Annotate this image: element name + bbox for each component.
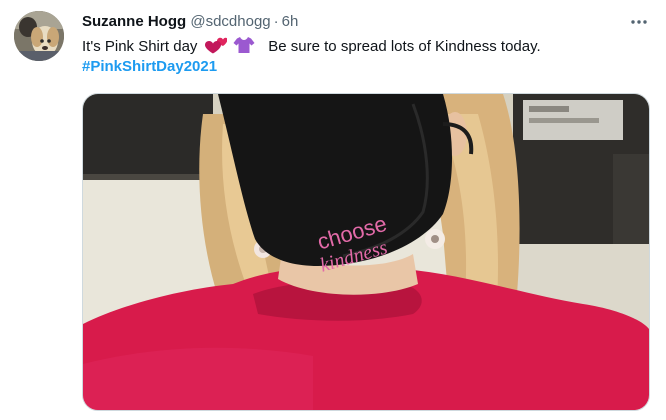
avatar[interactable]	[14, 11, 64, 61]
more-horizontal-icon	[631, 20, 647, 24]
author-handle[interactable]: @sdcdhogg	[190, 13, 270, 30]
more-options-button[interactable]	[622, 9, 656, 35]
header-separator: ·	[273, 13, 279, 30]
shirt-emoji	[233, 37, 255, 53]
tweet-text-part-1: It's Pink Shirt day	[82, 38, 198, 55]
tweet-header: Suzanne Hogg @sdcdhogg · 6h	[82, 12, 298, 32]
tweet-timestamp[interactable]: 6h	[282, 13, 299, 30]
tweet-photo[interactable]: choose kindness	[82, 93, 650, 411]
tweet-text-part-2: Be sure to spread lots of Kindness today…	[268, 38, 541, 55]
hashtag-link[interactable]: #PinkShirtDay2021	[82, 58, 217, 75]
tweet-text: It's Pink Shirt day Be sure to spread lo…	[82, 36, 642, 77]
author-display-name[interactable]: Suzanne Hogg	[82, 13, 186, 30]
tweet-text-line-1: It's Pink Shirt day Be sure to spread lo…	[82, 36, 642, 57]
two-hearts-emoji	[204, 37, 227, 54]
tweet-text-line-2: #PinkShirtDay2021	[82, 57, 642, 77]
tweet-card[interactable]: Suzanne Hogg @sdcdhogg · 6h It's Pink Shir…	[0, 0, 666, 420]
